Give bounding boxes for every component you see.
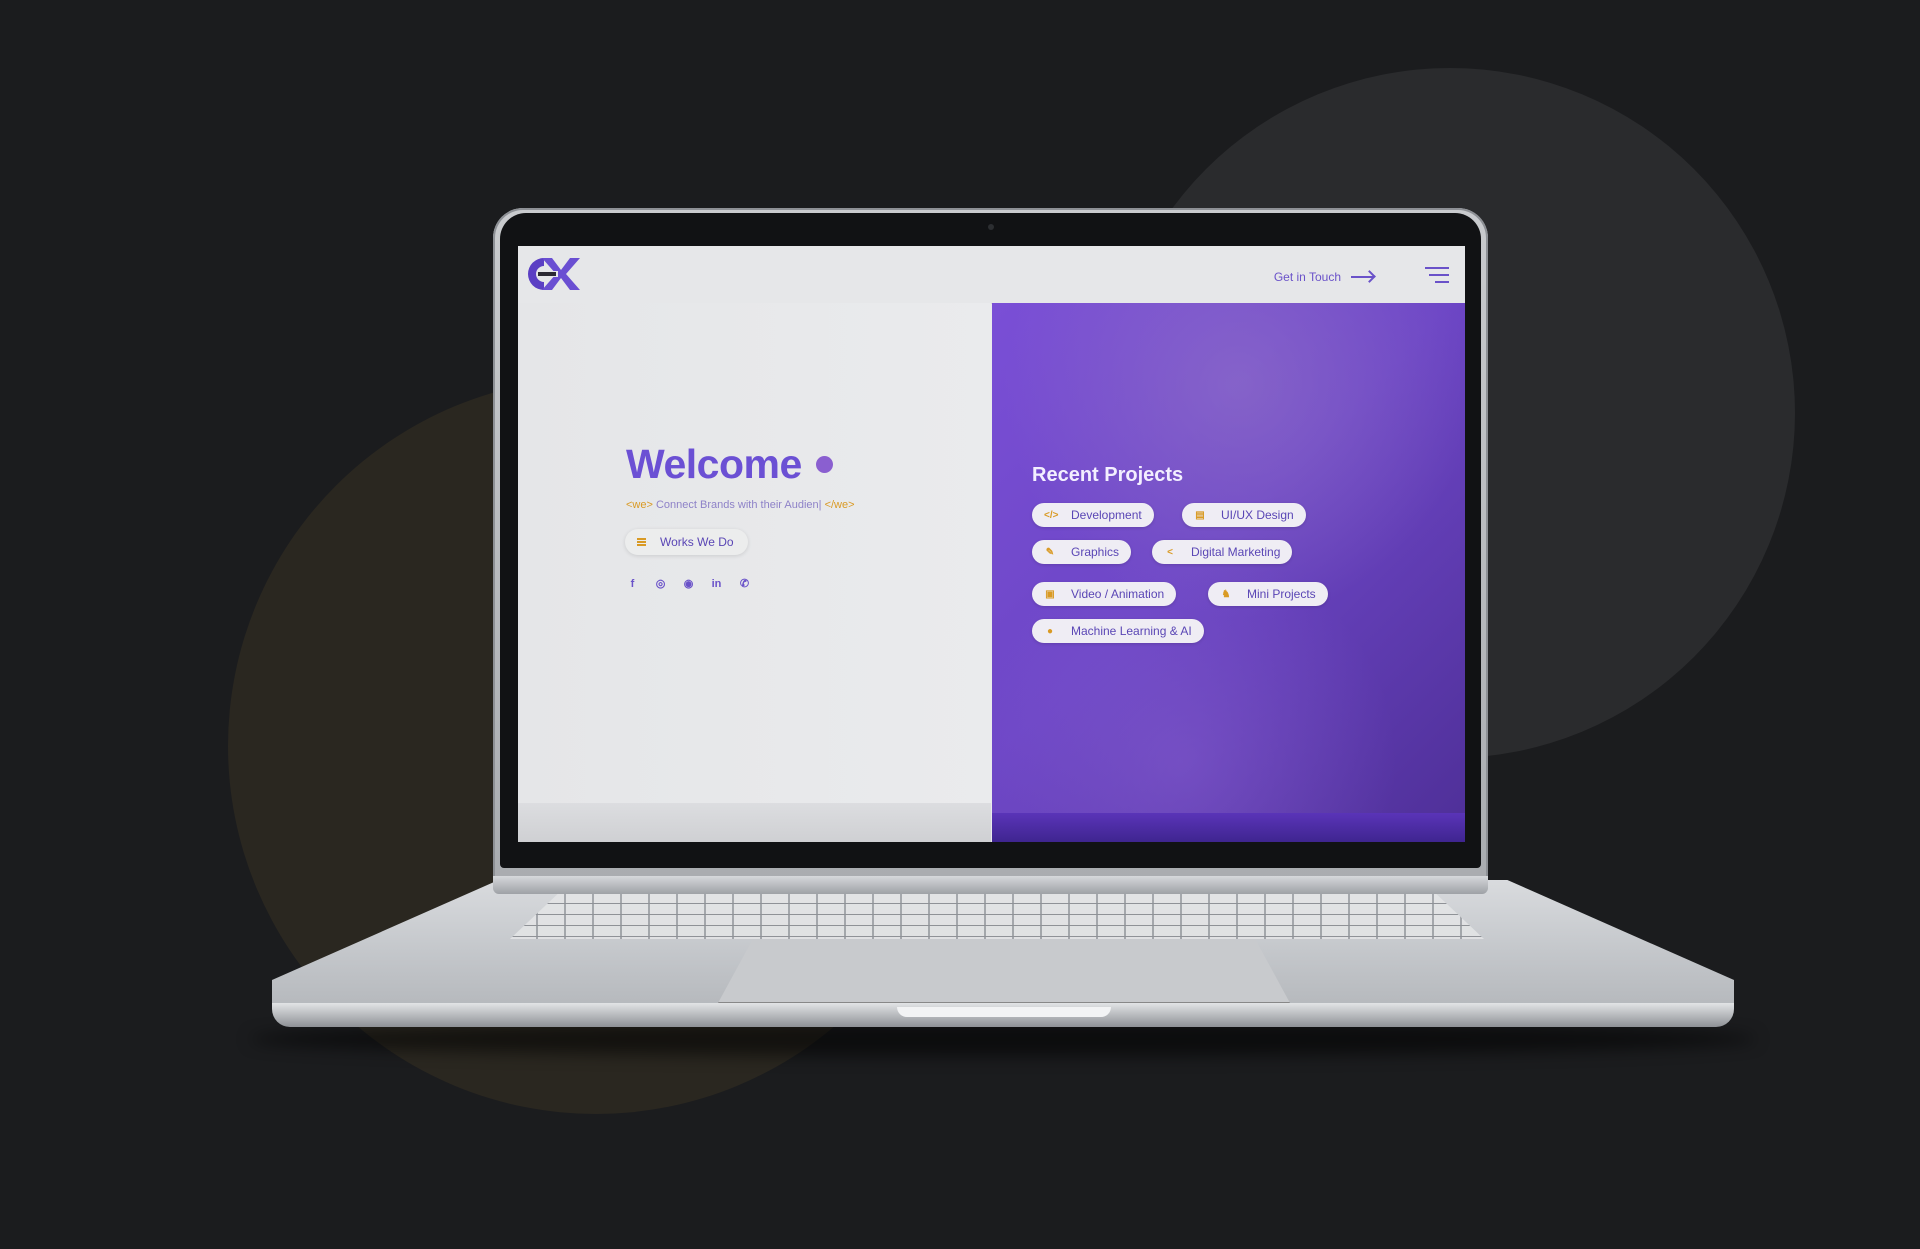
arrow-right-icon: [1351, 276, 1373, 278]
laptop-hinge: [493, 876, 1488, 894]
chip-label: Machine Learning & AI: [1071, 624, 1192, 638]
film-icon: ▣: [1045, 588, 1055, 600]
site-header: Get in Touch: [518, 246, 1465, 304]
laptop-notch: [897, 1007, 1111, 1017]
chip-label: Digital Marketing: [1191, 545, 1281, 559]
hero-tagline: <we> Connect Brands with their Audien| <…: [626, 499, 855, 511]
chip-digital-marketing[interactable]: < Digital Marketing: [1152, 540, 1293, 564]
chip-uiux-design[interactable]: ▤ UI/UX Design: [1182, 503, 1306, 527]
chip-video-animation[interactable]: ▣ Video / Animation: [1032, 582, 1177, 606]
code-icon: </>: [1044, 509, 1059, 521]
projects-panel: Recent Projects </> Development ▤ UI/UX …: [992, 303, 1465, 842]
keyboard-rows: [510, 893, 1484, 939]
tagline-close-tag: </we>: [824, 499, 855, 511]
instagram-icon[interactable]: ◎: [654, 578, 667, 591]
laptop-shadow: [250, 1022, 1756, 1056]
chip-label: UI/UX Design: [1221, 508, 1294, 522]
logo-icon[interactable]: [524, 254, 580, 294]
recent-projects-title: Recent Projects: [1032, 464, 1184, 486]
puzzle-icon: ♞: [1221, 588, 1231, 600]
welcome-title: Welcome: [626, 441, 802, 487]
share-icon: <: [1167, 546, 1173, 558]
chip-label: Development: [1071, 508, 1142, 522]
chip-machine-learning-ai[interactable]: ● Machine Learning & AI: [1032, 619, 1204, 643]
tagline-open-tag: <we>: [626, 499, 653, 511]
linkedin-icon[interactable]: in: [710, 578, 723, 591]
welcome-heading: Welcome: [626, 441, 833, 488]
chip-development[interactable]: </> Development: [1032, 503, 1154, 527]
whatsapp-icon[interactable]: ✆: [738, 578, 751, 591]
trackpad: [718, 940, 1290, 1003]
hamburger-menu-icon[interactable]: [1425, 267, 1449, 283]
facebook-icon[interactable]: f: [626, 578, 639, 591]
laptop-screen: Get in Touch Welcome <we> Connect Brands…: [518, 246, 1465, 842]
social-links: f ◎ ◉ in ✆: [626, 578, 751, 591]
brush-icon: ✎: [1045, 546, 1055, 558]
brain-icon: ●: [1046, 625, 1054, 637]
chip-label: Graphics: [1071, 545, 1120, 559]
get-in-touch-label: Get in Touch: [1273, 270, 1341, 284]
tagline-text: Connect Brands with their Audien|: [655, 499, 822, 511]
hero-panel: Welcome <we> Connect Brands with their A…: [518, 303, 991, 842]
works-we-do-label: Works We Do: [660, 535, 734, 549]
list-icon: [637, 538, 646, 546]
dot-icon: [815, 456, 833, 473]
layers-icon: ▤: [1195, 509, 1205, 521]
chip-graphics[interactable]: ✎ Graphics: [1032, 540, 1132, 564]
chip-label: Mini Projects: [1247, 587, 1316, 601]
projects-floor: [992, 813, 1465, 842]
works-we-do-button[interactable]: Works We Do: [625, 529, 748, 555]
chip-mini-projects[interactable]: ♞ Mini Projects: [1208, 582, 1328, 606]
camera-icon: [988, 224, 994, 230]
github-icon[interactable]: ◉: [682, 578, 695, 591]
get-in-touch-link[interactable]: Get in Touch: [1274, 270, 1373, 284]
hero-floor: [518, 803, 991, 842]
chip-label: Video / Animation: [1071, 587, 1165, 601]
